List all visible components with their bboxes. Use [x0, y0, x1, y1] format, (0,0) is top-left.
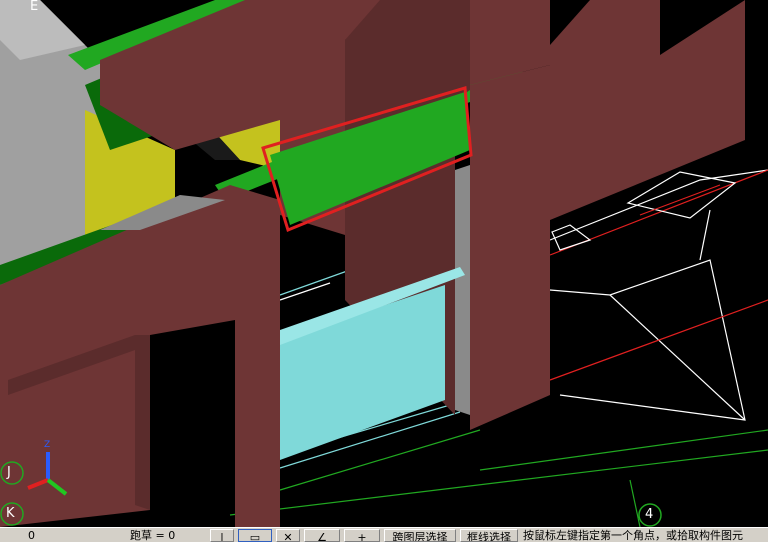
coordinate-readout: 0	[28, 529, 35, 542]
break-select-button[interactable]: 框线选择	[460, 529, 518, 542]
angle-icon[interactable]: ∠	[304, 529, 340, 542]
cad-3d-viewport[interactable]: E J K 4 Z	[0, 0, 768, 527]
status-bar: 0 跑草 = 0 | ▭ ✕ ∠ + 跨图层选择 框线选择 按鼠标左键指定第一个…	[0, 527, 768, 542]
axis-z-label: Z	[44, 440, 51, 450]
line-tool-icon[interactable]: |	[210, 529, 234, 542]
model-canvas[interactable]	[0, 0, 768, 527]
plus-icon[interactable]: +	[344, 529, 380, 542]
grid-label-j: J	[7, 465, 11, 480]
gray-sill-strip	[455, 165, 470, 415]
wall-right-pier	[470, 65, 550, 430]
select-box-icon[interactable]: ▭	[238, 529, 272, 542]
grid-label-4: 4	[645, 507, 654, 522]
grid-label-e: E	[30, 0, 39, 14]
layer-select-button[interactable]: 跨图层选择	[384, 529, 456, 542]
cross-icon[interactable]: ✕	[276, 529, 300, 542]
grid-label-k: K	[6, 506, 15, 521]
elevation-readout: 跑草 = 0	[130, 529, 176, 542]
command-prompt: 按鼠标左键指定第一个角点，或拾取构件图元	[523, 529, 743, 542]
